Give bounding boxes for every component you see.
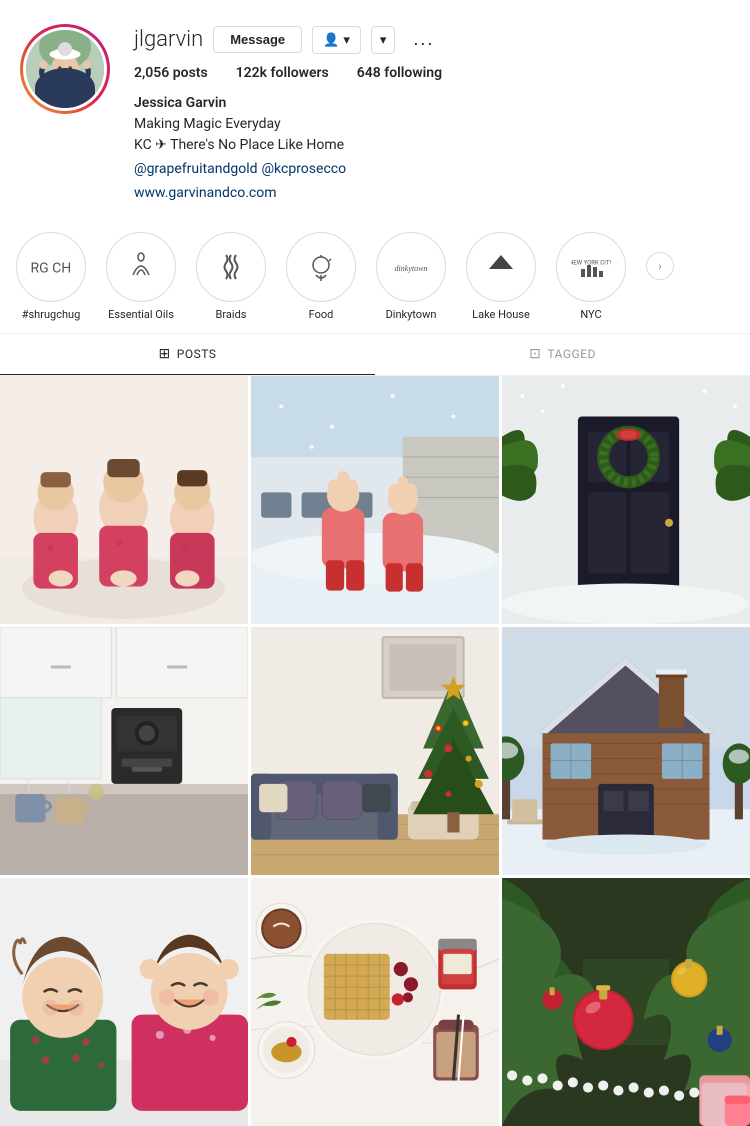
grid-item-2[interactable] [251,376,499,624]
followers-count: 122k [236,65,267,81]
svg-text:dinkytown: dinkytown [395,264,428,273]
highlight-label-shrugchug: #shrugchug [22,308,81,321]
following-label: following [384,65,442,81]
highlight-circle-essential-oils [106,232,176,302]
more-button[interactable]: ... [405,24,442,55]
username: jlgarvin [134,27,203,52]
highlight-item-braids[interactable]: Braids [196,232,266,321]
highlight-circle-shrugchug: SHRG CHUG [16,232,86,302]
grid-item-1[interactable] [0,376,248,624]
tab-posts[interactable]: ⊞ POSTS [0,334,375,375]
bio-name: Jessica Garvin [134,93,730,114]
highlight-circle-braids [196,232,266,302]
avatar-inner [23,27,107,111]
followers-stat[interactable]: 122k followers [236,65,329,81]
tab-tagged[interactable]: ⊡ TAGGED [375,334,750,375]
photo-grid [0,376,750,1126]
highlight-item-essential-oils[interactable]: Essential Oils [106,232,176,321]
highlight-item-nyc[interactable]: NEW YORK CITY NYC [556,232,626,321]
bio-line2: KC ✈ There's No Place Like Home [134,135,730,156]
tagged-icon: ⊡ [529,346,541,362]
message-button[interactable]: Message [213,26,302,53]
follow-button[interactable]: 👤 ▾ [312,26,361,54]
tab-posts-label: POSTS [177,347,217,361]
bio-line1: Making Magic Everyday [134,114,730,135]
grid-item-3[interactable] [502,376,750,624]
bio-link1[interactable]: @grapefruitandgold [134,161,258,177]
bio-website[interactable]: www.garvinandco.com [134,185,277,201]
highlight-label-food: Food [309,308,334,321]
highlight-circle-food [286,232,356,302]
followers-label: followers [271,65,329,81]
person-icon: 👤 [323,32,339,48]
stats-row: 2,056 posts 122k followers 648 following [134,65,730,81]
grid-item-5[interactable] [251,627,499,875]
highlight-item-food[interactable]: Food [286,232,356,321]
highlight-label-lake-house: Lake House [472,308,530,321]
follow-dropdown-icon: ▾ [343,32,350,48]
posts-label: posts [173,65,208,81]
following-count: 648 [357,65,381,81]
highlight-item-shrugchug[interactable]: SHRG CHUG #shrugchug [16,232,86,321]
avatar [26,30,104,108]
bio-links: @grapefruitandgold @kcprosecco [134,156,730,180]
bio-link2[interactable]: @kcprosecco [261,161,346,177]
dropdown-button[interactable]: ▾ [371,26,396,54]
grid-item-6[interactable] [502,627,750,875]
posts-grid-icon: ⊞ [159,346,171,362]
grid-item-8[interactable] [251,878,499,1126]
avatar-wrapper[interactable] [20,24,110,114]
highlight-label-braids: Braids [216,308,247,321]
highlight-item-lake-house[interactable]: Lake House [466,232,536,321]
profile-header: jlgarvin Message 👤 ▾ ▾ ... 2,056 posts 1… [0,0,750,220]
highlight-label-nyc: NYC [580,308,601,321]
bio-section: Jessica Garvin Making Magic Everyday KC … [134,93,730,204]
tab-tagged-label: TAGGED [547,347,596,361]
posts-count: 2,056 [134,65,169,81]
following-stat[interactable]: 648 following [357,65,442,81]
tabs-section: ⊞ POSTS ⊡ TAGGED [0,334,750,376]
profile-info: jlgarvin Message 👤 ▾ ▾ ... 2,056 posts 1… [134,24,730,204]
svg-text:SHRG CHUG: SHRG CHUG [31,261,71,277]
highlight-item-dinkytown[interactable]: dinkytown Dinkytown [376,232,446,321]
highlight-circle-lake-house [466,232,536,302]
posts-stat[interactable]: 2,056 posts [134,65,208,81]
highlight-circle-nyc: NEW YORK CITY [556,232,626,302]
highlight-circle-dinkytown: dinkytown [376,232,446,302]
highlight-label-dinkytown: Dinkytown [386,308,437,321]
highlight-label-essential-oils: Essential Oils [108,308,174,321]
highlights-section: SHRG CHUG #shrugchug Essential Oils Brai… [0,220,750,334]
highlights-next-button[interactable]: › [646,252,674,280]
grid-item-7[interactable] [0,878,248,1126]
grid-item-4[interactable] [0,627,248,875]
grid-item-9[interactable] [502,878,750,1126]
username-row: jlgarvin Message 👤 ▾ ▾ ... [134,24,730,55]
